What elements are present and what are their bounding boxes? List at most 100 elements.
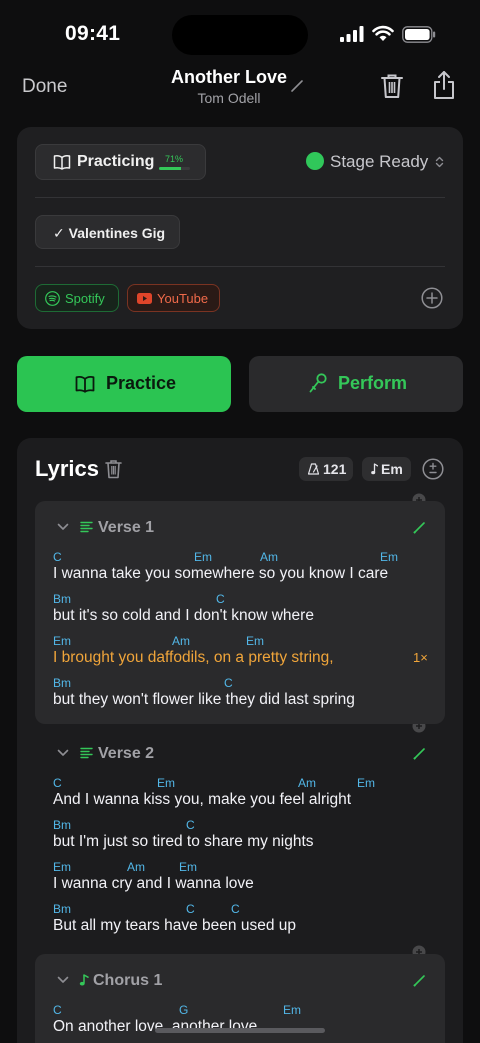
cellular-signal-icon: [340, 26, 364, 42]
clock: 09:41: [65, 22, 121, 45]
chord[interactable]: Bm: [53, 592, 71, 606]
battery-icon: [402, 26, 436, 43]
practice-progress-bar: [159, 167, 190, 170]
chord[interactable]: C: [53, 550, 62, 564]
practice-progress-label: 71%: [165, 154, 184, 164]
chevron-down-icon[interactable]: [57, 749, 69, 757]
section-name: Verse 1: [98, 519, 155, 536]
spotify-link-label: Spotify: [65, 291, 105, 306]
chord[interactable]: G: [179, 1003, 188, 1017]
chord[interactable]: Em: [53, 860, 71, 874]
lyric-line[interactable]: Bm C but it's so cold and I don't know w…: [53, 592, 443, 634]
stage-status-selector[interactable]: Stage Ready: [330, 152, 428, 172]
key-badge[interactable]: Em: [362, 457, 411, 481]
lyric-text[interactable]: I wanna take you somewhere so you know I…: [53, 565, 388, 583]
chord[interactable]: Am: [298, 776, 316, 790]
youtube-link-button[interactable]: YouTube: [127, 284, 220, 312]
chord[interactable]: C: [53, 776, 62, 790]
chevron-up-down-icon[interactable]: [435, 156, 444, 168]
chevron-down-icon[interactable]: [57, 523, 69, 531]
chord[interactable]: Bm: [53, 902, 71, 916]
repeat-count[interactable]: 1×: [413, 650, 428, 665]
lyric-line[interactable]: Em Am Em I wanna cry and I wanna love: [53, 860, 443, 902]
chord[interactable]: C: [216, 592, 225, 606]
section-header[interactable]: Verse 2: [35, 727, 445, 767]
chord[interactable]: Em: [53, 634, 71, 648]
lyric-line[interactable]: C Em Am Em And I wanna kiss you, make yo…: [53, 776, 443, 818]
youtube-icon: [137, 293, 152, 304]
practice-status-label: Practicing: [77, 153, 155, 170]
spotify-link-button[interactable]: Spotify: [35, 284, 119, 312]
lyrics-section[interactable]: Verse 2 C Em Am Em And I wanna kiss you,…: [35, 727, 445, 942]
edit-title-pencil-icon[interactable]: [290, 77, 306, 93]
chord[interactable]: Bm: [53, 818, 71, 832]
chord[interactable]: Bm: [53, 676, 71, 690]
lyric-text[interactable]: I brought you daffodils, on a pretty str…: [53, 649, 334, 667]
lyric-text[interactable]: On another love, another love: [53, 1018, 257, 1036]
tempo-badge[interactable]: 121: [299, 457, 353, 481]
lyric-line[interactable]: Bm C but they won't flower like they did…: [53, 676, 443, 718]
section-name: Verse 2: [98, 745, 155, 762]
lyrics-heading: Lyrics: [35, 456, 100, 481]
spotify-icon: [45, 291, 60, 306]
chord[interactable]: Am: [127, 860, 145, 874]
chord[interactable]: C: [186, 902, 195, 916]
microphone-icon: [309, 373, 327, 393]
chevron-down-icon[interactable]: [57, 976, 69, 984]
add-link-plus-icon[interactable]: [421, 287, 443, 309]
chord[interactable]: Em: [357, 776, 375, 790]
book-icon: [75, 376, 95, 393]
chord[interactable]: C: [53, 1003, 62, 1017]
edit-pencil-icon[interactable]: [413, 747, 426, 760]
music-note-icon: [371, 463, 378, 475]
metronome-icon: [308, 463, 319, 475]
lyric-text[interactable]: But all my tears have been used up: [53, 917, 296, 935]
section-name: Chorus 1: [93, 972, 163, 989]
lyric-text[interactable]: but they won't flower like they did last…: [53, 691, 355, 709]
perform-mode-button[interactable]: Perform: [249, 356, 463, 412]
section-header[interactable]: Verse 1: [35, 501, 445, 541]
edit-pencil-icon[interactable]: [413, 521, 426, 534]
lyric-line[interactable]: C Em Am Em I wanna take you somewhere so…: [53, 550, 443, 592]
lyric-line[interactable]: C G Em On another love, another love: [53, 1003, 443, 1043]
share-icon[interactable]: [432, 70, 456, 100]
lyric-line-highlighted[interactable]: Em Am Em I brought you daffodils, on a p…: [53, 634, 443, 676]
nav-bar: Done Another Love Tom Odell: [0, 60, 480, 116]
text-lines-icon: [80, 521, 93, 533]
wifi-icon: [372, 25, 394, 41]
youtube-link-label: YouTube: [157, 291, 209, 306]
chord[interactable]: Em: [246, 634, 264, 648]
trash-icon[interactable]: [105, 459, 122, 479]
chord[interactable]: C: [186, 818, 195, 832]
chord[interactable]: Em: [283, 1003, 301, 1017]
stage-status-dot: [306, 152, 324, 170]
lyric-text[interactable]: but it's so cold and I don't know where: [53, 607, 314, 625]
chord[interactable]: Em: [179, 860, 197, 874]
chord[interactable]: Em: [194, 550, 212, 564]
divider: [35, 266, 445, 267]
transpose-plus-minus-icon[interactable]: [422, 458, 444, 480]
section-header[interactable]: Chorus 1: [35, 954, 445, 994]
lyric-line[interactable]: Bm C C But all my tears have been used u…: [53, 902, 443, 944]
lyric-text[interactable]: but I'm just so tired to share my nights: [53, 833, 314, 851]
chord[interactable]: Em: [380, 550, 398, 564]
chord[interactable]: C: [231, 902, 240, 916]
edit-pencil-icon[interactable]: [413, 974, 426, 987]
chord[interactable]: Em: [157, 776, 175, 790]
lyric-text[interactable]: And I wanna kiss you, make you feel alri…: [53, 791, 351, 809]
lyrics-section[interactable]: Verse 1 C Em Am Em I wanna take you some…: [35, 501, 445, 724]
practice-mode-button[interactable]: Practice: [17, 356, 231, 412]
chord[interactable]: Am: [260, 550, 278, 564]
status-bar: 09:41: [0, 0, 480, 66]
practice-mode-label: Practice: [106, 373, 177, 393]
lyric-text[interactable]: I wanna cry and I wanna love: [53, 875, 254, 893]
practice-status-chip[interactable]: Practicing 71%: [35, 144, 206, 180]
chord[interactable]: C: [224, 676, 233, 690]
trash-icon[interactable]: [380, 72, 404, 100]
setlist-tag[interactable]: ✓ Valentines Gig: [35, 215, 180, 249]
chord[interactable]: Am: [172, 634, 190, 648]
divider: [35, 197, 445, 198]
key-value: Em: [381, 461, 403, 477]
lyric-line[interactable]: Bm C but I'm just so tired to share my n…: [53, 818, 443, 860]
practice-progress-fill: [159, 167, 181, 170]
